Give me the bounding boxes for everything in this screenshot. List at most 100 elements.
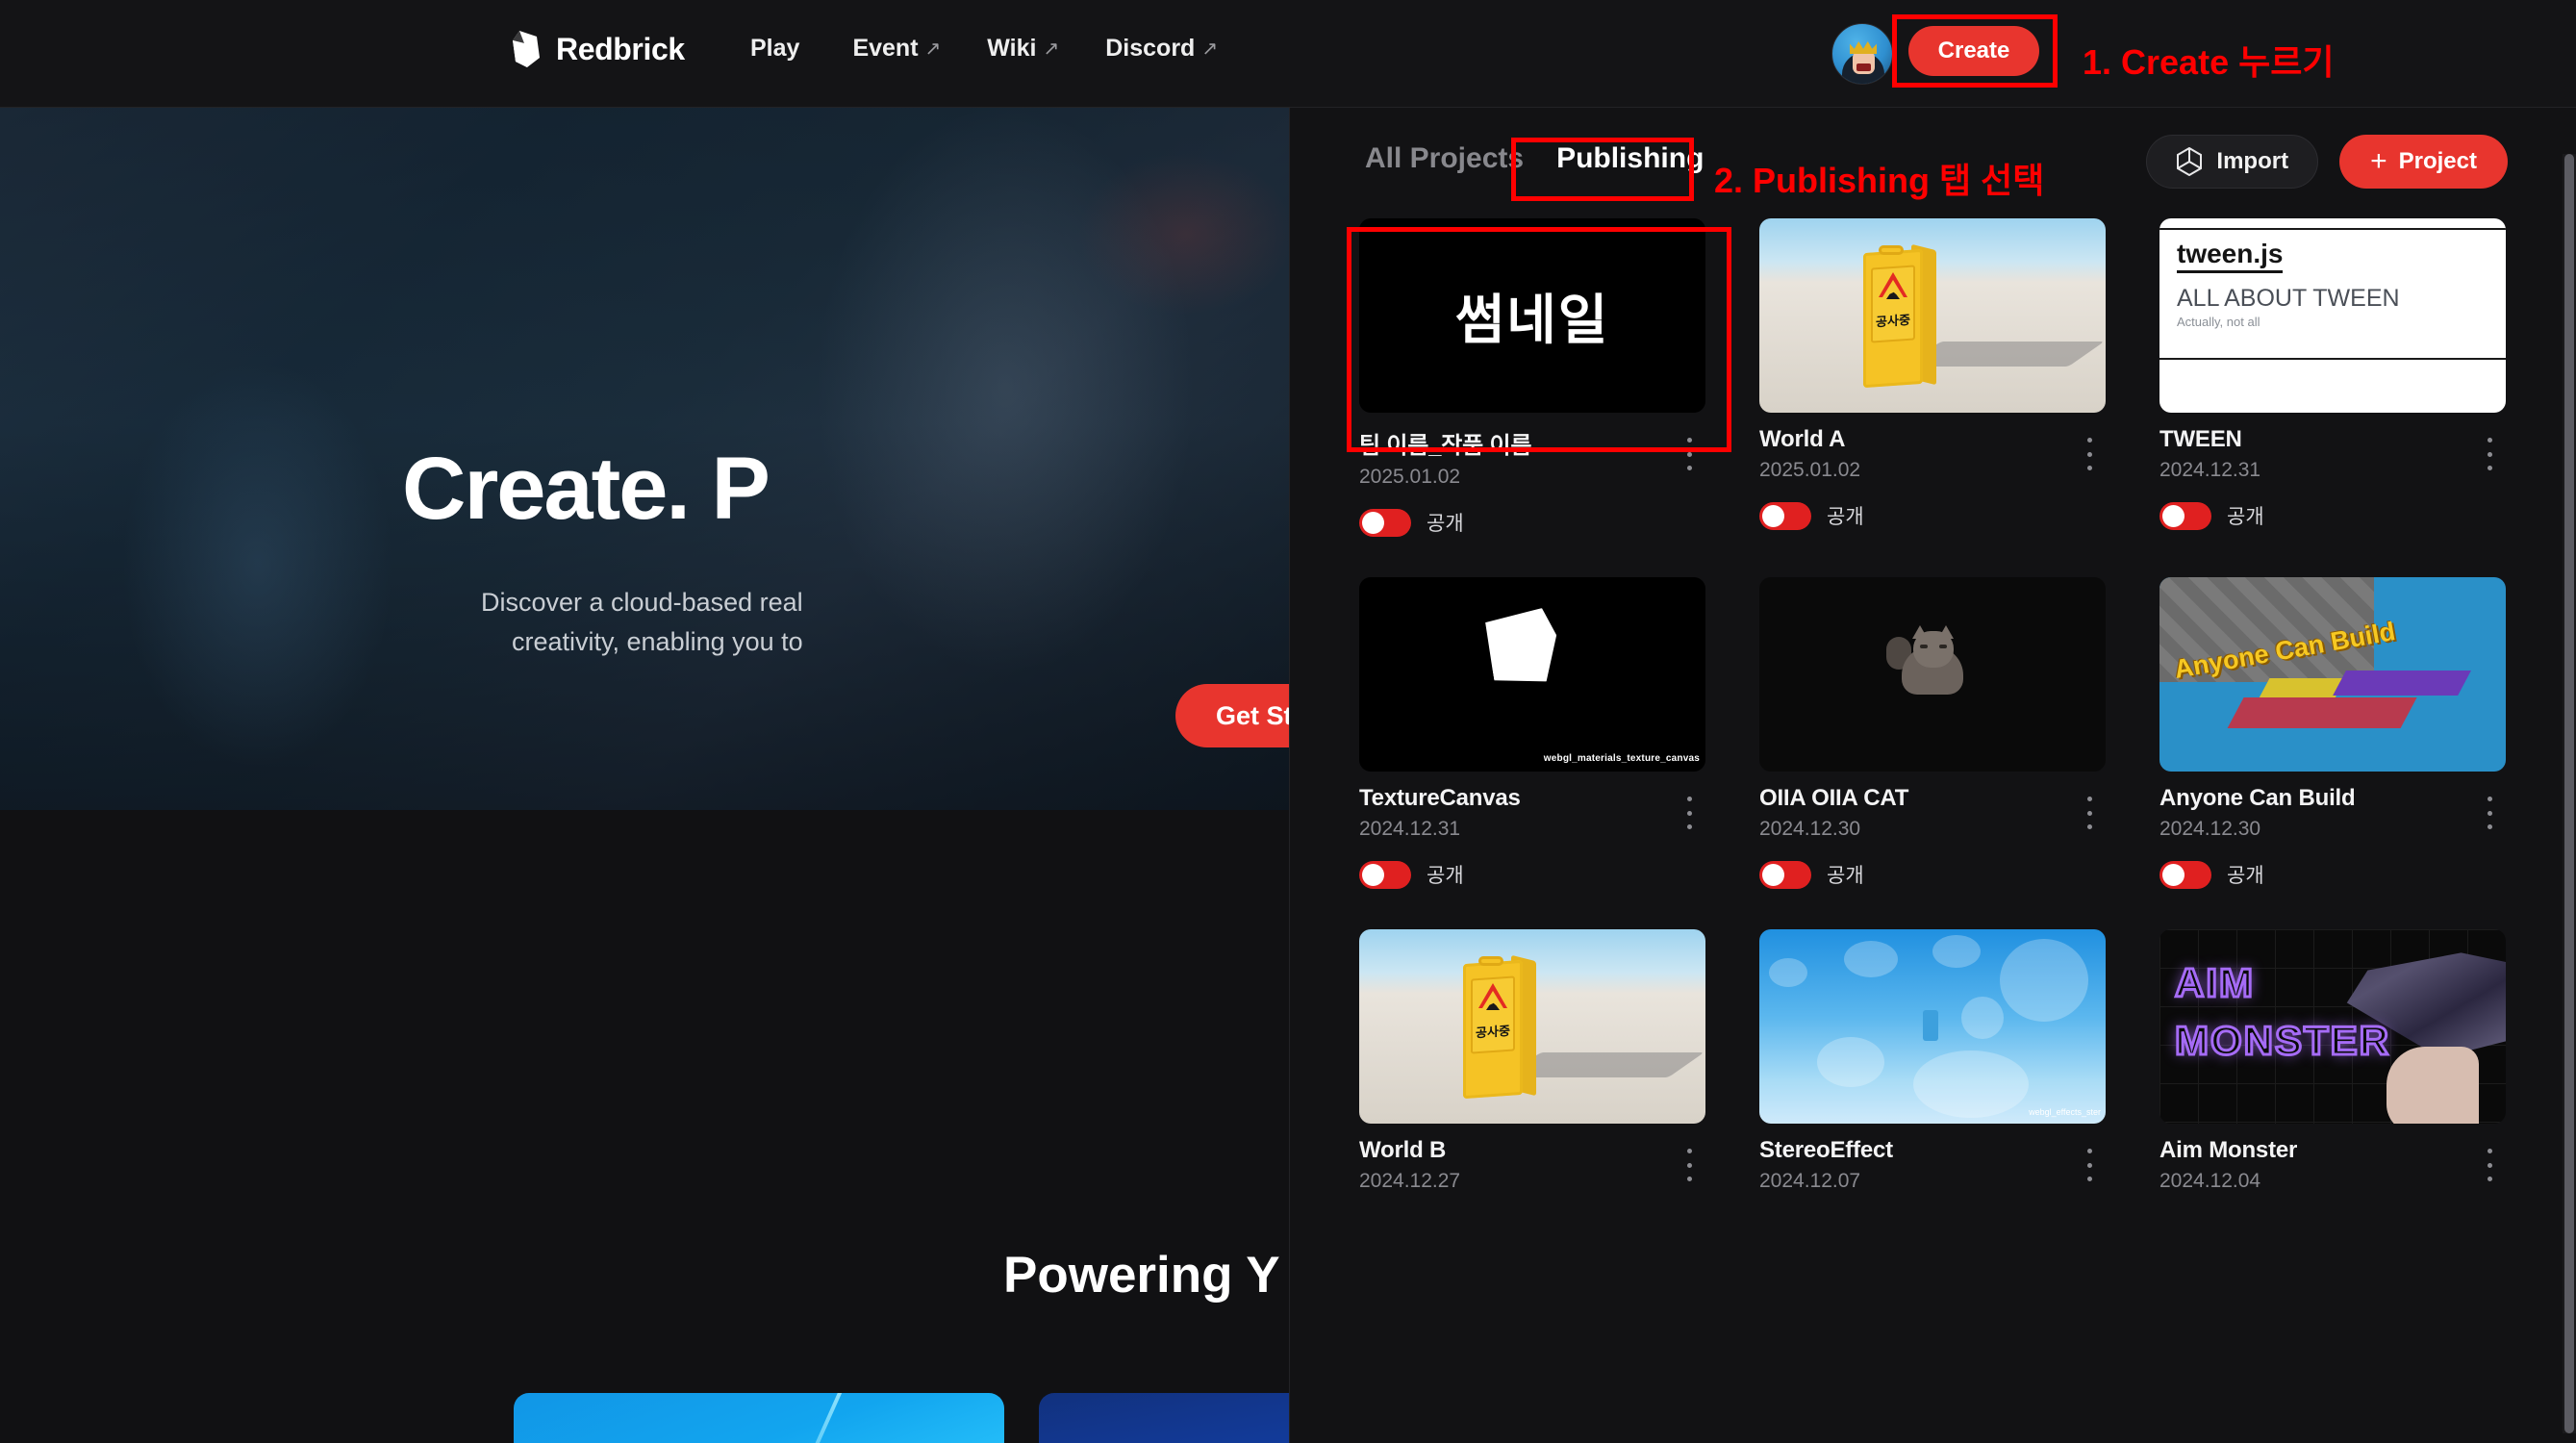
thumbnail-text: tween.js — [2177, 238, 2284, 273]
projects-row: 공사중 World B 2024.12.27 webgl_effects_ste… — [1359, 929, 2508, 1193]
project-title: Aim Monster — [2159, 1137, 2298, 1163]
project-card[interactable]: webgl_materials_texture_canvas TextureCa… — [1359, 577, 1705, 889]
project-card[interactable]: AIM MONSTER Aim Monster 2024.12.04 — [2159, 929, 2506, 1193]
project-menu-icon[interactable] — [1677, 797, 1702, 829]
avatar-mouth — [1856, 63, 1871, 71]
project-thumbnail[interactable]: 썸네일 — [1359, 218, 1705, 413]
project-title: 팀 이름_작품 이름 — [1359, 433, 1532, 459]
user-avatar[interactable] — [1831, 23, 1893, 85]
project-thumbnail[interactable]: AIM MONSTER — [2159, 929, 2506, 1124]
powering-section — [0, 810, 1289, 1443]
divider — [2159, 357, 2506, 360]
project-card[interactable]: 썸네일 팀 이름_작품 이름 2025.01.02 공개 — [1359, 218, 1705, 537]
nav-link-play[interactable]: Play — [750, 35, 806, 63]
project-card[interactable]: 공사중 World B 2024.12.27 — [1359, 929, 1705, 1193]
visibility-toggle[interactable] — [1359, 508, 1411, 537]
project-thumbnail[interactable]: 공사중 — [1759, 218, 2106, 413]
brand-logo-group[interactable]: Redbrick — [508, 29, 685, 69]
thumbnail-caption: webgl_materials_texture_canvas — [1543, 753, 1700, 764]
project-thumbnail[interactable]: 공사중 — [1359, 929, 1705, 1124]
project-card[interactable]: tween.js ALL ABOUT TWEEN Actually, not a… — [2159, 218, 2506, 537]
nav-link-event[interactable]: Event ↗ — [852, 35, 941, 63]
project-title: World B — [1359, 1137, 1447, 1163]
new-project-button[interactable]: + Project — [2339, 135, 2508, 189]
hero-subtitle: Discover a cloud-based real creativity, … — [481, 583, 803, 661]
project-thumbnail[interactable]: webgl_materials_texture_canvas — [1359, 577, 1705, 772]
thumbnail-text: 공사중 — [1876, 312, 1910, 330]
project-menu-icon[interactable] — [2077, 797, 2102, 829]
visibility-toggle[interactable] — [1759, 860, 1811, 889]
project-card[interactable]: OIIA OIIA CAT 2024.12.30 공개 — [1759, 577, 2106, 889]
character — [1923, 1010, 1938, 1041]
project-card[interactable]: 공사중 World A 2025.01.02 공개 — [1759, 218, 2106, 537]
project-date: 2024.12.07 — [1759, 1170, 1861, 1192]
page-scrollbar[interactable] — [2563, 154, 2576, 1433]
project-title: TextureCanvas — [1359, 785, 1521, 811]
project-menu-icon[interactable] — [2077, 1149, 2102, 1181]
project-date: 2024.12.31 — [1359, 818, 1461, 840]
project-date: 2024.12.27 — [1359, 1170, 1461, 1192]
project-visibility-row: 공개 — [2159, 501, 2506, 530]
visibility-toggle[interactable] — [2159, 501, 2211, 530]
avatar-crown — [1850, 41, 1877, 54]
project-title: OIIA OIIA CAT — [1759, 785, 1909, 811]
import-button-label: Import — [2216, 148, 2289, 174]
project-thumbnail[interactable]: webgl_effects_ster — [1759, 929, 2106, 1124]
project-menu-icon[interactable] — [1677, 1149, 1702, 1181]
visibility-label: 공개 — [1427, 513, 1464, 535]
toggle-knob — [1362, 511, 1384, 534]
project-thumbnail[interactable]: tween.js ALL ABOUT TWEEN Actually, not a… — [2159, 218, 2506, 413]
projects-row: 썸네일 팀 이름_작품 이름 2025.01.02 공개 공사중 World A… — [1359, 218, 2508, 537]
external-link-icon: ↗ — [1201, 38, 1219, 60]
project-visibility-row: 공개 — [1359, 508, 1705, 537]
new-project-button-label: Project — [2398, 148, 2477, 174]
project-menu-icon[interactable] — [2477, 1149, 2502, 1181]
visibility-toggle[interactable] — [1759, 501, 1811, 530]
visibility-toggle[interactable] — [1359, 860, 1411, 889]
project-visibility-row: 공개 — [1359, 860, 1705, 889]
promo-card-1[interactable] — [514, 1393, 1004, 1443]
powering-section-title: Powering Y — [1003, 1247, 1280, 1304]
nav-links: Play Event ↗ Wiki ↗ Discord ↗ — [750, 35, 1218, 63]
project-title: TWEEN — [2159, 426, 2242, 452]
nav-link-wiki[interactable]: Wiki ↗ — [987, 35, 1059, 63]
get-started-button[interactable]: Get Sta — [1175, 684, 1289, 747]
nav-link-play-label: Play — [750, 35, 800, 62]
annotation-label-2: 2. Publishing 탭 선택 — [1714, 161, 2045, 200]
project-menu-icon[interactable] — [2077, 438, 2102, 470]
unity-cube-icon — [2177, 147, 2203, 176]
scrollbar-thumb[interactable] — [2564, 154, 2574, 1433]
project-menu-icon[interactable] — [1677, 438, 1702, 470]
project-date: 2025.01.02 — [1759, 459, 1861, 481]
brand-name: Redbrick — [556, 31, 685, 66]
tab-publishing[interactable]: Publishing — [1549, 139, 1711, 179]
import-button[interactable]: Import — [2146, 135, 2319, 189]
project-thumbnail[interactable]: Anyone Can Build — [2159, 577, 2506, 772]
project-date: 2024.12.31 — [2159, 459, 2261, 481]
project-title: World A — [1759, 426, 1846, 452]
projects-panel: All Projects Publishing Import + Project — [1289, 108, 2576, 1443]
thumbnail-text: AIM — [2174, 959, 2255, 1007]
cat-eye — [1920, 645, 1928, 648]
promo-card-2[interactable] — [1039, 1393, 1289, 1443]
tab-all-projects[interactable]: All Projects — [1357, 139, 1531, 179]
thumbnail-text: 썸네일 — [1454, 289, 1610, 350]
thumbnail-subtitle: ALL ABOUT TWEEN — [2177, 284, 2400, 312]
project-menu-icon[interactable] — [2477, 797, 2502, 829]
project-card[interactable]: Anyone Can Build Anyone Can Build 2024.1… — [2159, 577, 2506, 889]
project-thumbnail[interactable] — [1759, 577, 2106, 772]
nav-link-discord[interactable]: Discord ↗ — [1105, 35, 1218, 63]
hero-title: Create. P — [402, 440, 770, 538]
create-button[interactable]: Create — [1908, 26, 2039, 76]
project-card[interactable]: webgl_effects_ster StereoEffect 2024.12.… — [1759, 929, 2106, 1193]
app-root: Redbrick Play Event ↗ Wiki ↗ Discord ↗ C… — [0, 0, 2576, 1443]
visibility-toggle[interactable] — [2159, 860, 2211, 889]
construction-sign-icon: 공사중 — [1856, 243, 1944, 389]
project-menu-icon[interactable] — [2477, 438, 2502, 470]
project-date: 2024.12.30 — [1759, 818, 1861, 840]
nav-link-discord-label: Discord — [1105, 35, 1196, 62]
cat-head — [1913, 631, 1954, 668]
project-visibility-row: 공개 — [1759, 501, 2106, 530]
project-visibility-row: 공개 — [2159, 860, 2506, 889]
block-platform — [2333, 670, 2471, 696]
